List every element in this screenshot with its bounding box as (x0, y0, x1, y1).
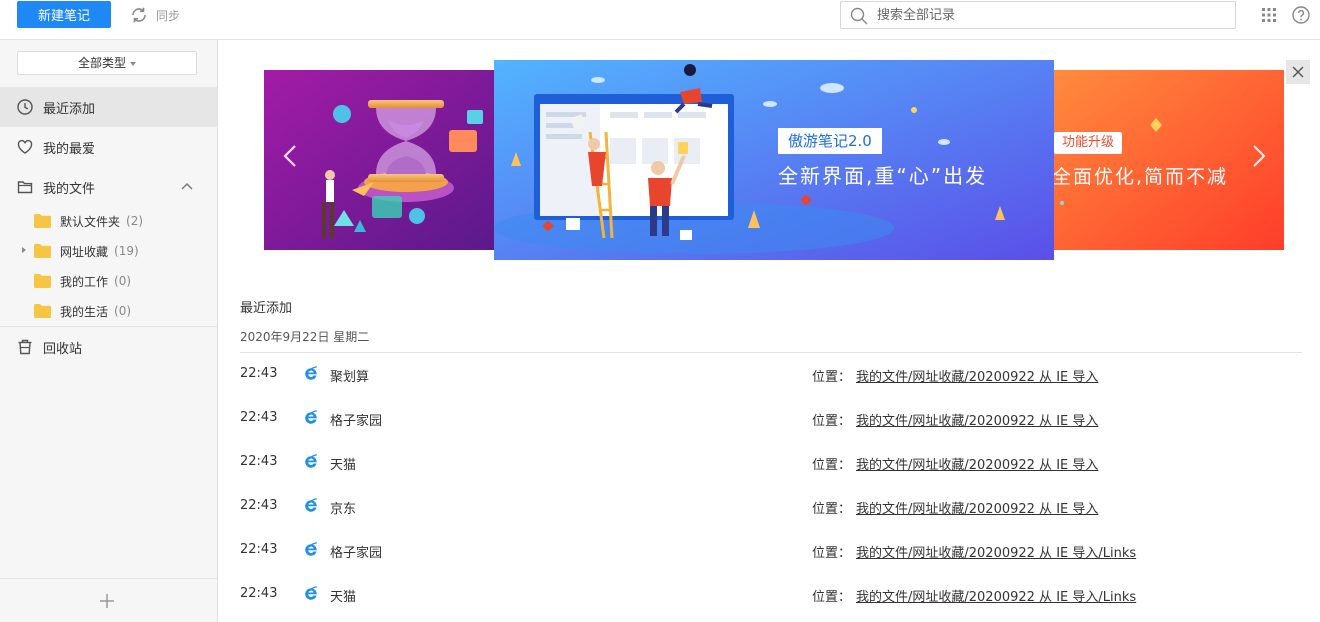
location-label: 位置： (812, 590, 852, 605)
banner-carousel: 功能升级 全面优化,简而不减 傲游笔记2.0 全新界面,重“心”出发 (264, 60, 1284, 260)
sidebar-item-recent[interactable]: 最近添加 (0, 87, 217, 127)
location-label: 位置： (812, 414, 852, 429)
hourglass-illustration (264, 70, 496, 250)
folder-default[interactable]: 默认文件夹 (2) (0, 206, 217, 236)
carousel-prev-arrow-icon[interactable] (283, 144, 297, 168)
carousel-next-arrow-icon[interactable] (1252, 144, 1266, 168)
sidebar-item-trash[interactable]: 回收站 (0, 327, 217, 367)
folder-icon (34, 274, 51, 288)
item-time: 22:43 (240, 454, 278, 469)
folder-label: 我的工作 (60, 274, 109, 289)
item-title[interactable]: 京东 (330, 498, 356, 517)
item-title[interactable]: 格子家园 (330, 542, 382, 561)
location-link[interactable]: 我的文件/网址收藏/20200922 从 IE 导入/Links (856, 542, 1136, 561)
banner-slide-prev[interactable] (264, 70, 496, 250)
sidebar-item-label: 我的文件 (43, 181, 96, 197)
item-time: 22:43 (240, 366, 278, 381)
location-link[interactable]: 我的文件/网址收藏/20200922 从 IE 导入 (856, 498, 1098, 517)
section-title: 最近添加 (240, 301, 293, 316)
banner-slide-next[interactable]: 功能升级 全面优化,简而不减 (1052, 70, 1284, 250)
banner-close-button[interactable] (1286, 60, 1310, 84)
sync-icon (132, 7, 146, 23)
sync-button[interactable]: 同步 (130, 5, 180, 25)
folder-icon (34, 214, 51, 228)
expand-arrow-icon[interactable] (22, 247, 26, 253)
banner-product-title: 傲游笔记2.0 (778, 128, 882, 154)
folder-work[interactable]: 我的工作 (0) (0, 266, 217, 296)
new-note-button[interactable]: 新建笔记 (17, 1, 111, 28)
folder-count: (0) (114, 274, 132, 288)
list-item[interactable]: 22:43 京东 位置： 我的文件/网址收藏/20200922 从 IE 导入 (240, 486, 1302, 530)
chevron-up-icon[interactable] (181, 182, 193, 190)
banner-feature-subtitle: 全面优化,简而不减 (1052, 166, 1229, 188)
ie-browser-icon (305, 498, 318, 512)
sidebar-item-label: 回收站 (43, 341, 83, 357)
banner-feature-tag: 功能升级 (1054, 132, 1123, 154)
sidebar-item-my-files[interactable]: 我的文件 (0, 167, 217, 207)
list-item[interactable]: 22:43 格子家园 位置： 我的文件/网址收藏/20200922 从 IE 导入/L… (240, 530, 1302, 574)
location-label: 位置： (812, 546, 852, 561)
item-title[interactable]: 聚划算 (330, 366, 369, 385)
add-icon[interactable] (99, 593, 115, 609)
search-input[interactable] (877, 5, 1227, 25)
location-link[interactable]: 我的文件/网址收藏/20200922 从 IE 导入 (856, 454, 1098, 473)
date-group-header: 2020年9月22日 星期二 (240, 330, 370, 344)
banner-product-subtitle: 全新界面,重“心”出发 (778, 164, 988, 188)
location-label: 位置： (812, 458, 852, 473)
sidebar-footer (0, 578, 217, 622)
folder-label: 我的生活 (60, 304, 109, 319)
list-item[interactable]: 22:43 聚划算 位置： 我的文件/网址收藏/20200922 从 IE 导入 (240, 354, 1302, 398)
item-time: 22:43 (240, 542, 278, 557)
folder-label: 网址收藏 (60, 244, 109, 259)
location-link[interactable]: 我的文件/网址收藏/20200922 从 IE 导入 (856, 410, 1098, 429)
folder-icon (34, 304, 51, 318)
item-title[interactable]: 格子家园 (330, 410, 382, 429)
ie-browser-icon (305, 542, 318, 556)
item-time: 22:43 (240, 410, 278, 425)
ie-browser-icon (305, 366, 318, 380)
folder-bookmarks[interactable]: 网址收藏 (19) (0, 236, 217, 266)
item-title[interactable]: 天猫 (330, 586, 356, 605)
location-link[interactable]: 我的文件/网址收藏/20200922 从 IE 导入/Links (856, 586, 1136, 605)
location-label: 位置： (812, 370, 852, 385)
ie-browser-icon (305, 454, 318, 468)
item-title[interactable]: 天猫 (330, 454, 356, 473)
date-divider (240, 352, 1302, 353)
folder-count: (19) (114, 244, 139, 258)
list-item[interactable]: 22:43 格子家园 位置： 我的文件/网址收藏/20200922 从 IE 导入 (240, 398, 1302, 442)
location-label: 位置： (812, 502, 852, 517)
top-toolbar: 新建笔记 同步 (0, 0, 1320, 40)
clock-icon (17, 99, 33, 115)
sidebar-item-label: 我的最爱 (43, 141, 96, 157)
folder-label: 默认文件夹 (60, 214, 121, 229)
close-icon (1292, 66, 1304, 78)
sidebar-item-label: 最近添加 (43, 101, 96, 117)
location-link[interactable]: 我的文件/网址收藏/20200922 从 IE 导入 (856, 366, 1098, 385)
apps-grid-icon[interactable] (1261, 7, 1277, 23)
folder-icon (34, 244, 51, 258)
item-time: 22:43 (240, 586, 278, 601)
ie-browser-icon (305, 410, 318, 424)
list-item[interactable]: 22:43 天猫 位置： 我的文件/网址收藏/20200922 从 IE 导入 (240, 442, 1302, 486)
ie-browser-icon (305, 586, 318, 600)
sync-label: 同步 (156, 8, 181, 23)
item-time: 22:43 (240, 498, 278, 513)
orange-banner-background (1052, 70, 1284, 250)
search-icon (850, 7, 868, 25)
type-filter-value: 全部类型 (77, 56, 126, 70)
sidebar-item-favorites[interactable]: 我的最爱 (0, 127, 217, 167)
sidebar: 全部类型 最近添加 我的最爱 我的文件 默认文件夹 (2) 网址收藏 (19) … (0, 40, 218, 622)
folder-life[interactable]: 我的生活 (0) (0, 296, 217, 326)
folder-outline-icon (17, 181, 33, 194)
caret-down-icon (130, 61, 136, 66)
folder-count: (2) (126, 214, 144, 228)
folder-count: (0) (114, 304, 132, 318)
search-box[interactable] (840, 1, 1236, 29)
help-icon[interactable] (1292, 6, 1310, 24)
type-filter-select[interactable]: 全部类型 (17, 51, 197, 75)
heart-icon (17, 139, 33, 154)
list-item[interactable]: 22:43 天猫 位置： 我的文件/网址收藏/20200922 从 IE 导入/Lin… (240, 574, 1302, 618)
trash-icon (18, 339, 32, 355)
banner-slide-current[interactable]: 傲游笔记2.0 全新界面,重“心”出发 (494, 60, 1054, 260)
